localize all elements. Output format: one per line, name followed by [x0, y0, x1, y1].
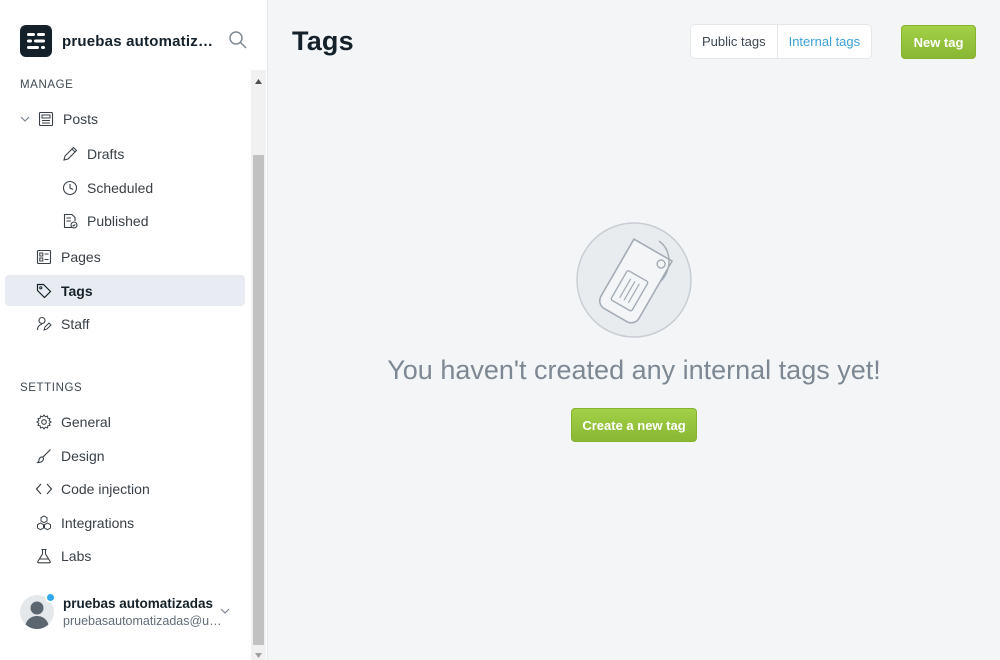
sidebar-item-integrations[interactable]: Integrations [5, 507, 245, 538]
site-title: pruebas automatizadas [62, 32, 220, 50]
sidebar-item-label: Staff [61, 315, 90, 332]
pages-icon [35, 248, 53, 266]
chevron-down-icon[interactable] [19, 112, 31, 124]
sidebar-item-tags[interactable]: Tags [5, 275, 245, 306]
sidebar-item-posts[interactable]: Posts [5, 103, 245, 134]
user-name: pruebas automatizadas [63, 596, 214, 611]
sidebar: pruebas automatizadas MANAGE Posts Draft… [0, 0, 268, 660]
sidebar-item-labs[interactable]: Labs [5, 540, 245, 571]
scroll-down-arrow-icon[interactable] [254, 647, 263, 658]
code-icon [35, 480, 53, 498]
brand[interactable]: pruebas automatizadas [20, 24, 252, 58]
sidebar-item-scheduled[interactable]: Scheduled [5, 172, 245, 203]
user-info: pruebas automatizadas pruebasautomatizad… [63, 596, 223, 628]
ghost-logo-icon [20, 25, 52, 57]
create-new-tag-button[interactable]: Create a new tag [571, 408, 697, 442]
new-tag-button[interactable]: New tag [901, 25, 976, 59]
sidebar-nav: MANAGE Posts Drafts Scheduled Published … [0, 70, 250, 660]
sidebar-item-published[interactable]: Published [5, 205, 245, 236]
tab-internal-tags[interactable]: Internal tags [776, 25, 872, 58]
clock-icon [61, 179, 79, 197]
empty-state-message: You haven't created any internal tags ye… [387, 355, 881, 385]
scroll-up-arrow-icon[interactable] [254, 73, 263, 84]
page-title: Tags [292, 26, 354, 56]
integrations-icon [35, 514, 53, 532]
tag-icon [35, 282, 53, 300]
sidebar-item-label: Labs [61, 547, 92, 564]
sidebar-item-label: Drafts [87, 145, 125, 162]
online-status-dot [45, 592, 56, 603]
sidebar-item-label: General [61, 413, 111, 430]
search-icon[interactable] [228, 30, 250, 52]
sidebar-item-label: Posts [63, 110, 99, 127]
sidebar-item-code-injection[interactable]: Code injection [5, 473, 245, 504]
tab-public-tags[interactable]: Public tags [691, 25, 777, 58]
sidebar-item-design[interactable]: Design [5, 440, 245, 471]
sidebar-item-drafts[interactable]: Drafts [5, 138, 245, 169]
sidebar-item-label: Scheduled [87, 179, 154, 196]
sidebar-item-label: Code injection [61, 480, 150, 497]
published-icon [61, 212, 79, 230]
tag-type-toggle: Public tags Internal tags [691, 25, 872, 58]
section-title-manage: MANAGE [20, 79, 74, 91]
sidebar-item-pages[interactable]: Pages [5, 241, 245, 272]
section-title-settings: SETTINGS [20, 382, 83, 394]
chevron-down-icon[interactable] [219, 604, 231, 616]
sidebar-item-staff[interactable]: Staff [5, 308, 245, 339]
posts-icon [37, 110, 55, 128]
flask-icon [35, 547, 53, 565]
sidebar-item-general[interactable]: General [5, 406, 245, 437]
tag-illustration-icon [575, 221, 695, 341]
sidebar-item-label: Pages [61, 248, 101, 265]
gear-icon [35, 413, 53, 431]
sidebar-item-label: Integrations [61, 514, 135, 531]
user-email: pruebasautomatizadas@uniandes.edu.co [63, 614, 223, 628]
brush-icon [35, 447, 53, 465]
staff-icon [35, 315, 53, 333]
scrollbar-thumb[interactable] [253, 155, 264, 645]
sidebar-item-label: Published [87, 212, 149, 229]
sidebar-scrollbar[interactable] [251, 70, 266, 660]
sidebar-item-label: Tags [61, 282, 93, 299]
pencil-icon [61, 145, 79, 163]
sidebar-item-label: Design [61, 447, 105, 464]
